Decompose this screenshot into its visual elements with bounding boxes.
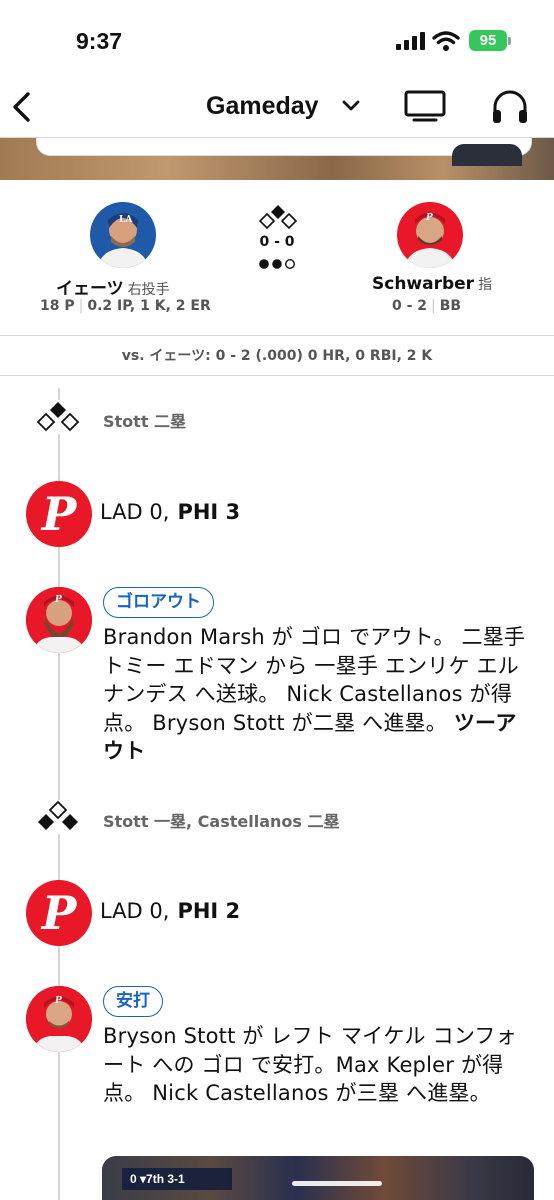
bases-diamond-icon bbox=[36, 800, 80, 834]
status-time: 9:37 bbox=[76, 28, 123, 54]
player-avatar: P bbox=[26, 986, 92, 1052]
play-item[interactable]: P 安打 Bryson Stott が レフト マイケル コンフォート への ゴ… bbox=[0, 986, 554, 1136]
video-score-bug: 0 ▾7th 3-1 bbox=[122, 1168, 232, 1190]
play-item[interactable]: P ゴロアウト Brandon Marsh が ゴロ でアウト。 二塁手 トミー… bbox=[0, 587, 554, 767]
bases-diamond-icon bbox=[36, 400, 80, 434]
video-progress-bar bbox=[292, 1181, 382, 1186]
tv-icon[interactable] bbox=[404, 90, 446, 122]
ball-strike-count: 0 - 0 bbox=[259, 234, 295, 250]
runners-text: Stott 二塁 bbox=[103, 412, 187, 431]
matchup-history: vs. イェーツ: 0 - 2 (.000) 0 HR, 0 RBI, 2 K bbox=[0, 336, 554, 376]
batter-stats: 0 - 2 | BB bbox=[392, 298, 462, 314]
svg-text:P: P bbox=[54, 595, 62, 605]
battery-tip bbox=[508, 37, 511, 45]
score-text: LAD 0, PHI 3 bbox=[100, 500, 241, 524]
chevron-down-icon[interactable] bbox=[342, 100, 360, 112]
player-avatar: P bbox=[26, 587, 92, 653]
batter-avatar[interactable]: P bbox=[397, 202, 463, 268]
batter-name: Schwarber 指 bbox=[372, 274, 493, 294]
back-arrow-icon[interactable] bbox=[10, 90, 34, 124]
pitcher-avatar[interactable]: LA bbox=[90, 202, 156, 268]
nav-bar: Gameday bbox=[0, 80, 554, 138]
phillies-logo-icon: P bbox=[26, 481, 92, 547]
play-description: Brandon Marsh が ゴロ でアウト。 二塁手 トミー エドマン から… bbox=[103, 625, 526, 763]
status-bar: 9:37 95 bbox=[0, 0, 554, 80]
svg-text:P: P bbox=[425, 213, 433, 223]
video-thumbnail[interactable]: 0 ▾7th 3-1 bbox=[102, 1156, 534, 1200]
matchup-panel: LA イェーツ 右投手 18 P | 0.2 IP, 1 K, 2 ER 0 - 0 … bbox=[0, 180, 554, 336]
wifi-icon bbox=[432, 31, 460, 51]
runners-on-base: Stott 一塁, Castellanos 二塁 bbox=[0, 800, 554, 840]
svg-text:LA: LA bbox=[119, 215, 133, 225]
play-type-badge: 安打 bbox=[103, 986, 163, 1017]
runners-text: Stott 一塁, Castellanos 二塁 bbox=[103, 812, 340, 831]
svg-text:P: P bbox=[54, 996, 62, 1006]
score-update: P LAD 0, PHI 2 bbox=[0, 880, 554, 946]
hero-detail bbox=[452, 144, 522, 166]
hero-image bbox=[0, 138, 554, 180]
play-type-badge: ゴロアウト bbox=[103, 587, 214, 618]
bases-diamond-icon bbox=[259, 205, 297, 230]
battery-icon: 95 bbox=[469, 30, 507, 51]
nav-title[interactable]: Gameday bbox=[206, 92, 319, 121]
score-text: LAD 0, PHI 2 bbox=[100, 899, 241, 923]
pitcher-stats: 18 P | 0.2 IP, 1 K, 2 ER bbox=[40, 298, 211, 314]
runners-on-base: Stott 二塁 bbox=[0, 400, 554, 440]
cellular-signal-icon bbox=[396, 32, 425, 50]
play-description: Bryson Stott が レフト マイケル コンフォート への ゴロ で安打… bbox=[103, 1024, 517, 1105]
headphones-icon[interactable] bbox=[490, 88, 530, 126]
pitcher-name: イェーツ 右投手 bbox=[56, 279, 170, 299]
score-update: P LAD 0, PHI 3 bbox=[0, 481, 554, 547]
phillies-logo-icon: P bbox=[26, 880, 92, 946]
outs-indicator-icon bbox=[259, 258, 296, 270]
